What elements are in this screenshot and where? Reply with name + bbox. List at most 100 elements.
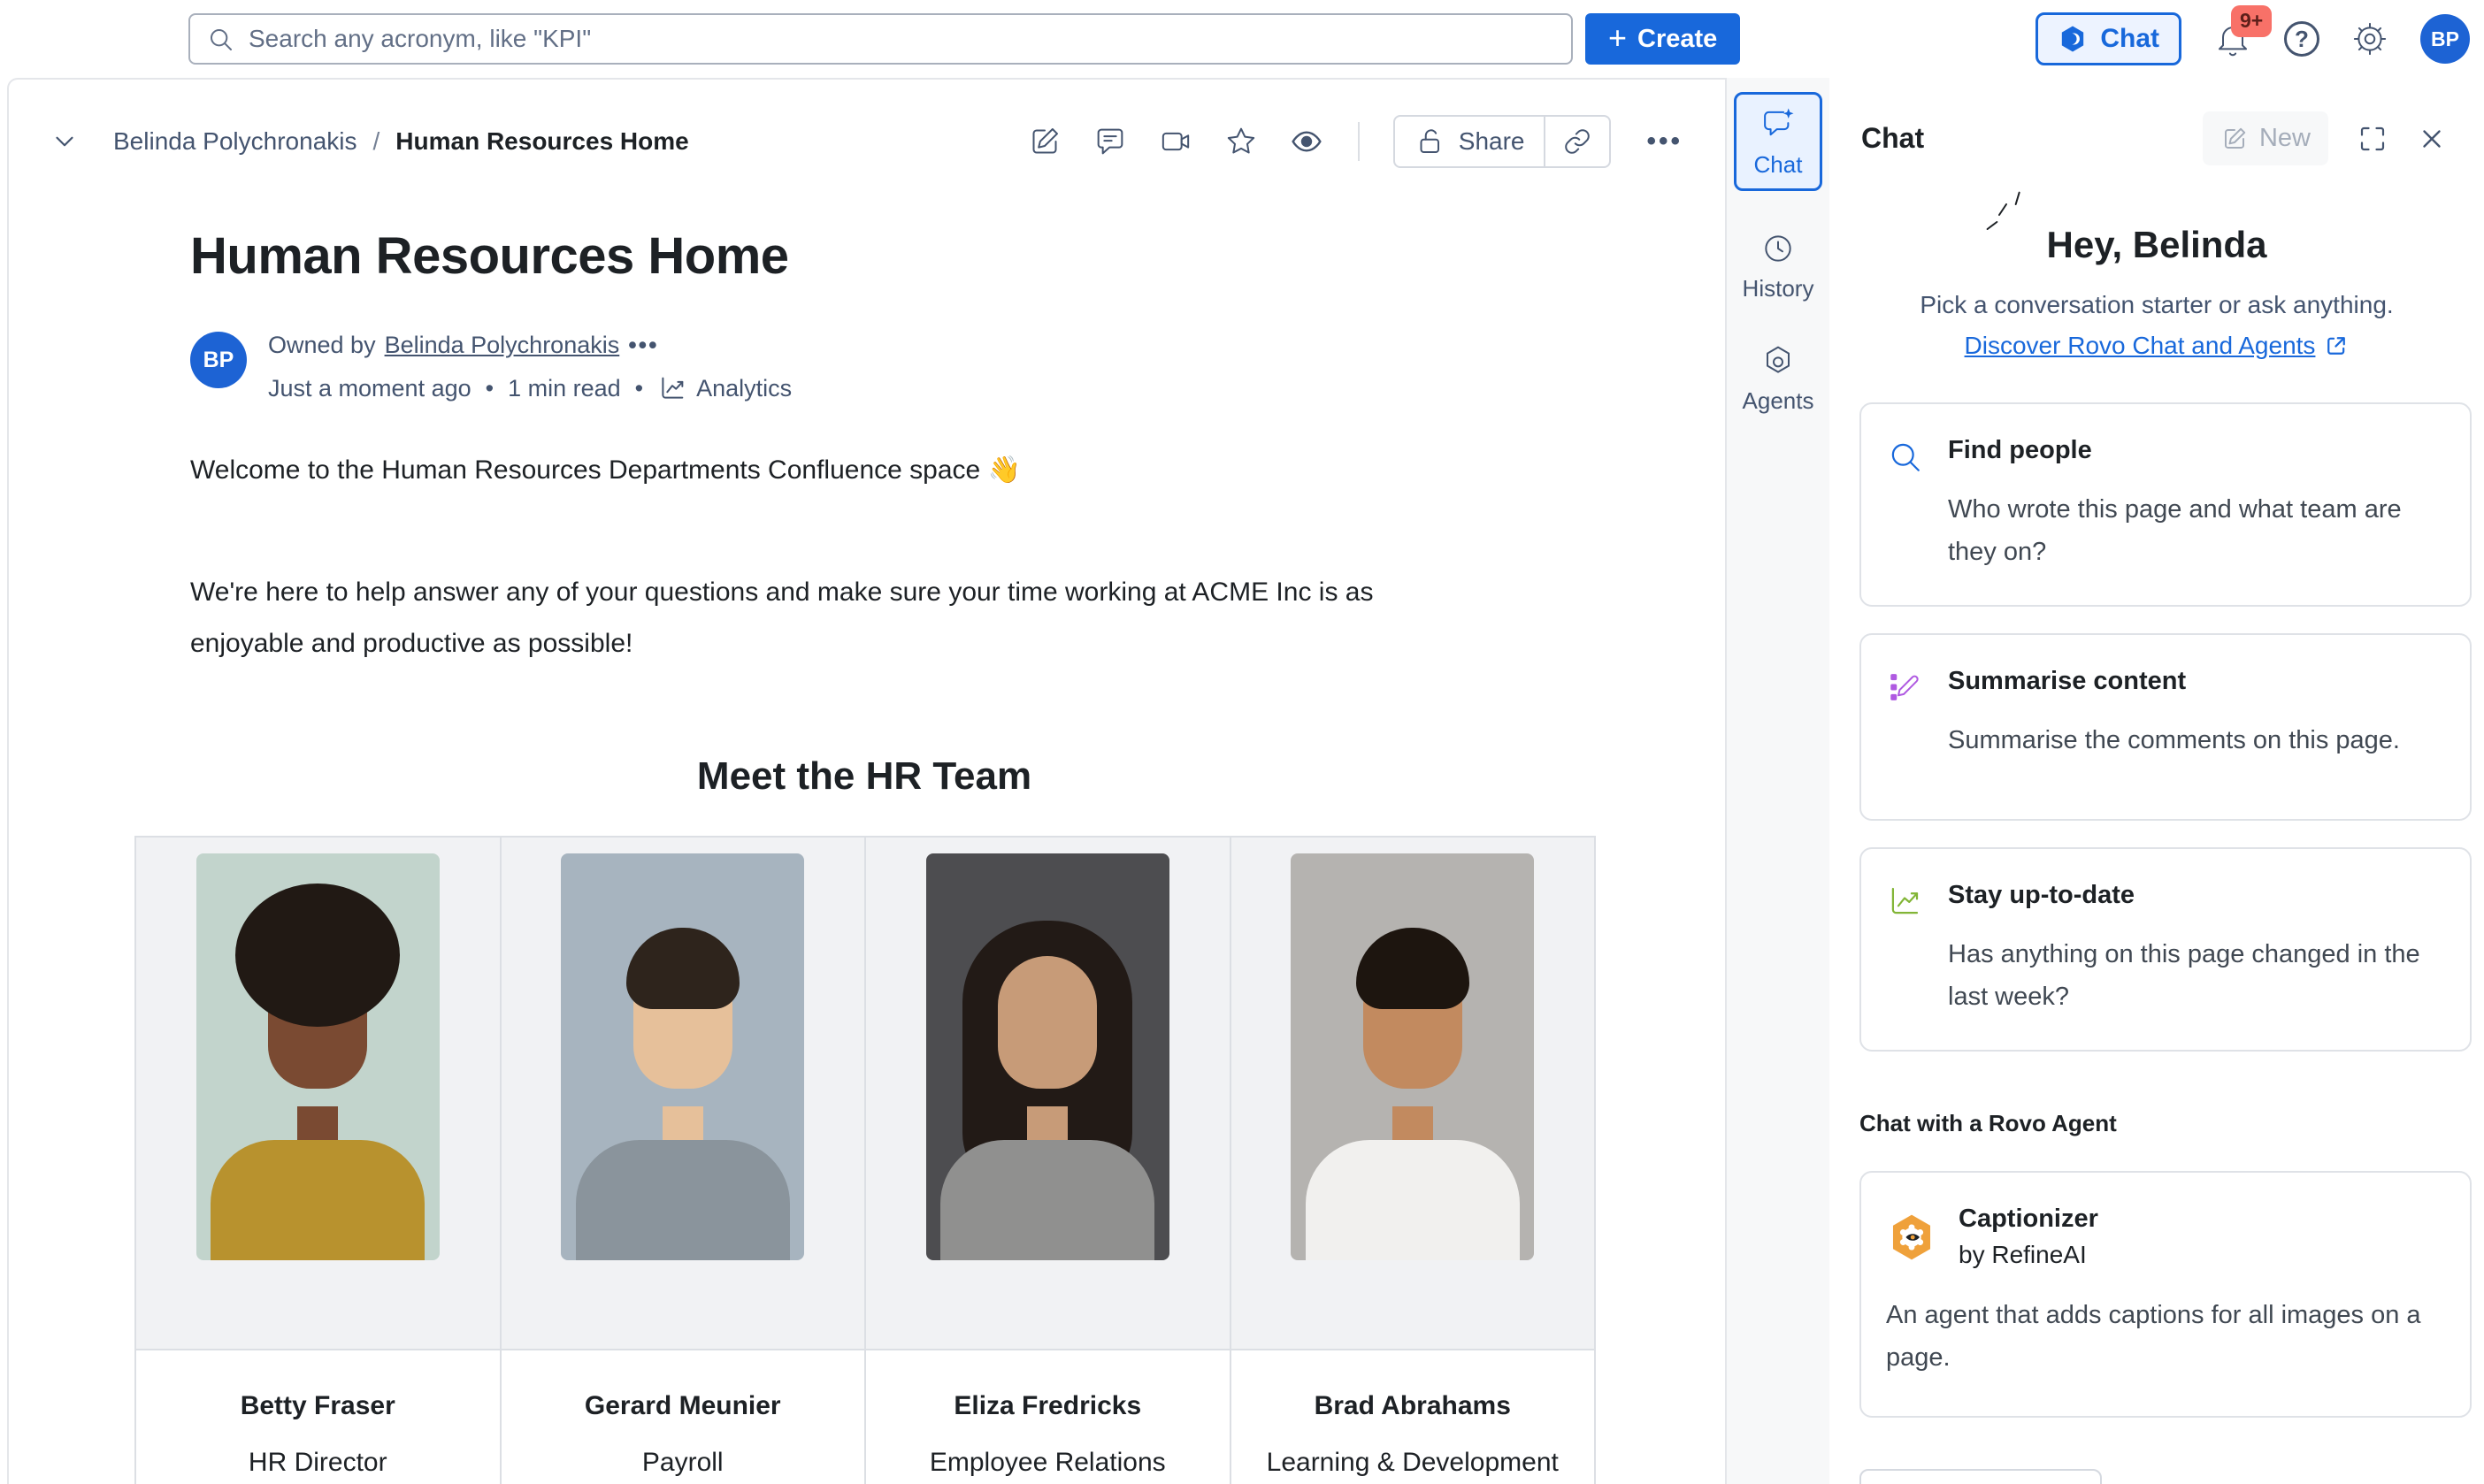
watch-button[interactable] [1289,124,1324,159]
read-time: 1 min read [508,375,621,402]
link-icon [1561,126,1593,157]
discover-rovo-link-label: Discover Rovo Chat and Agents [1965,332,2316,360]
agents-hexagon-icon [1760,343,1796,379]
owner-avatar[interactable]: BP [190,332,247,388]
close-icon [2417,124,2447,154]
comments-button[interactable] [1092,124,1128,159]
rail-agents-label: Agents [1743,387,1814,415]
meta-dot: • [635,375,643,402]
close-chat-button[interactable] [2417,124,2447,154]
portrait-betty-fraser [196,853,440,1260]
agent-name: Captionizer [1959,1205,2098,1234]
video-camera-icon [1158,124,1193,159]
page-actions: Share ••• [1027,115,1688,168]
more-actions-button[interactable]: ••• [1641,126,1688,157]
rail-history-label: History [1743,275,1814,302]
gear-icon [2351,20,2388,57]
breadcrumb-current-page: Human Resources Home [395,127,688,156]
search-icon [206,25,234,53]
member-role: Learning & Development [1242,1448,1584,1478]
rovo-agent-section-label: Chat with a Rovo Agent [1859,1110,2484,1137]
analytics-chart-icon [657,373,687,403]
starter-title: Stay up-to-date [1948,881,2443,910]
share-button-label: Share [1459,127,1525,156]
starter-description: Who wrote this page and what team are th… [1948,488,2443,573]
share-button[interactable]: Share [1395,117,1545,166]
conversation-starters: Find people Who wrote this page and what… [1859,402,2472,1052]
portrait-eliza-fredricks [926,853,1169,1260]
collapse-breadcrumb-button[interactable] [50,126,80,157]
team-photo-cell [136,838,502,1350]
team-photo-cell [1231,838,1597,1350]
watch-eye-icon [1289,124,1324,159]
create-button[interactable]: + Create [1585,13,1740,65]
user-avatar[interactable]: BP [2420,14,2470,64]
user-avatar-initials: BP [2431,27,2459,51]
edit-pencil-icon [1027,124,1062,159]
member-name: Gerard Meunier [512,1391,855,1421]
edit-button[interactable] [1027,124,1062,159]
owner-link[interactable]: Belinda Polychronakis [385,332,620,359]
clock-icon [1760,231,1796,266]
team-table: Betty Fraser HR Director Gerard Meunier … [134,836,1596,1484]
last-updated: Just a moment ago [268,375,472,402]
toolbar-divider [1358,122,1360,161]
notifications-button[interactable]: 9+ [2213,19,2252,58]
new-chat-button[interactable]: New [2203,111,2328,165]
agent-card-captionizer[interactable]: Captionizer by RefineAI An agent that ad… [1859,1171,2472,1418]
owner-more-button[interactable]: ••• [628,332,658,359]
rail-tab-history[interactable]: History [1737,230,1820,303]
team-photo-cell [502,838,867,1350]
starter-card-stay-up-to-date[interactable]: Stay up-to-date Has anything on this pag… [1859,847,2472,1052]
portrait-gerard-meunier [561,853,804,1260]
breadcrumb-space-link[interactable]: Belinda Polychronakis [113,127,357,156]
expand-icon [2357,123,2388,155]
rail-tab-agents[interactable]: Agents [1737,342,1820,416]
starter-description: Summarise the comments on this page. [1948,719,2400,761]
external-link-icon [2324,333,2349,358]
rail-tab-chat[interactable]: Chat [1734,92,1822,191]
agent-description: An agent that adds captions for all imag… [1886,1294,2445,1379]
member-role: Payroll [512,1448,855,1478]
starter-title: Find people [1948,436,2443,465]
content-header: Belinda Polychronakis / Human Resources … [9,80,1725,168]
page-title: Human Resources Home [190,226,1725,286]
member-role: HR Director [147,1448,489,1478]
rovo-chat-button[interactable]: Chat [2036,12,2181,65]
browse-agents-button[interactable]: Browse Agents [1859,1469,2102,1484]
intro-paragraph: Welcome to the Human Resources Departmen… [190,455,1725,486]
starter-card-summarise-content[interactable]: Summarise content Summarise the comments… [1859,633,2472,821]
favorite-button[interactable] [1223,124,1259,159]
breadcrumb-separator: / [373,127,380,156]
team-name-cell: Eliza Fredricks Employee Relations [866,1350,1231,1484]
analytics-button[interactable]: Analytics [657,373,792,403]
help-button[interactable]: ? [2284,21,2319,57]
video-button[interactable] [1158,124,1193,159]
breadcrumb: Belinda Polychronakis / Human Resources … [113,127,689,156]
rovo-chat-button-label: Chat [2100,24,2159,54]
chat-subtitle: Pick a conversation starter or ask anyth… [1829,291,2484,319]
member-name: Eliza Fredricks [877,1391,1219,1421]
settings-button[interactable] [2351,20,2388,57]
star-icon [1223,124,1259,159]
expand-chat-button[interactable] [2357,123,2388,155]
sparkle-doodle-icon [1978,187,2035,243]
captionizer-agent-icon [1886,1212,1937,1263]
share-button-group: Share [1393,115,1612,168]
create-button-label: Create [1637,25,1717,54]
chat-greeting: Hey, Belinda [2047,224,2267,266]
discover-rovo-link[interactable]: Discover Rovo Chat and Agents [1965,332,2350,360]
starter-card-find-people[interactable]: Find people Who wrote this page and what… [1859,402,2472,607]
top-bar: + Create Chat 9+ ? BP [0,0,2484,78]
body-paragraph: We're here to help answer any of your qu… [190,567,1482,669]
chat-greeting-block: Hey, Belinda [1829,224,2484,266]
unlocked-padlock-icon [1414,126,1446,157]
analytics-label: Analytics [696,375,792,402]
plus-icon: + [1608,22,1627,54]
topbar-right-cluster: Chat 9+ ? BP [2036,12,2484,65]
copy-link-button[interactable] [1544,117,1609,166]
team-section-heading: Meet the HR Team [134,754,1594,799]
search-input[interactable] [188,13,1573,65]
member-name: Betty Fraser [147,1391,489,1421]
starter-description: Has anything on this page changed in the… [1948,933,2443,1018]
